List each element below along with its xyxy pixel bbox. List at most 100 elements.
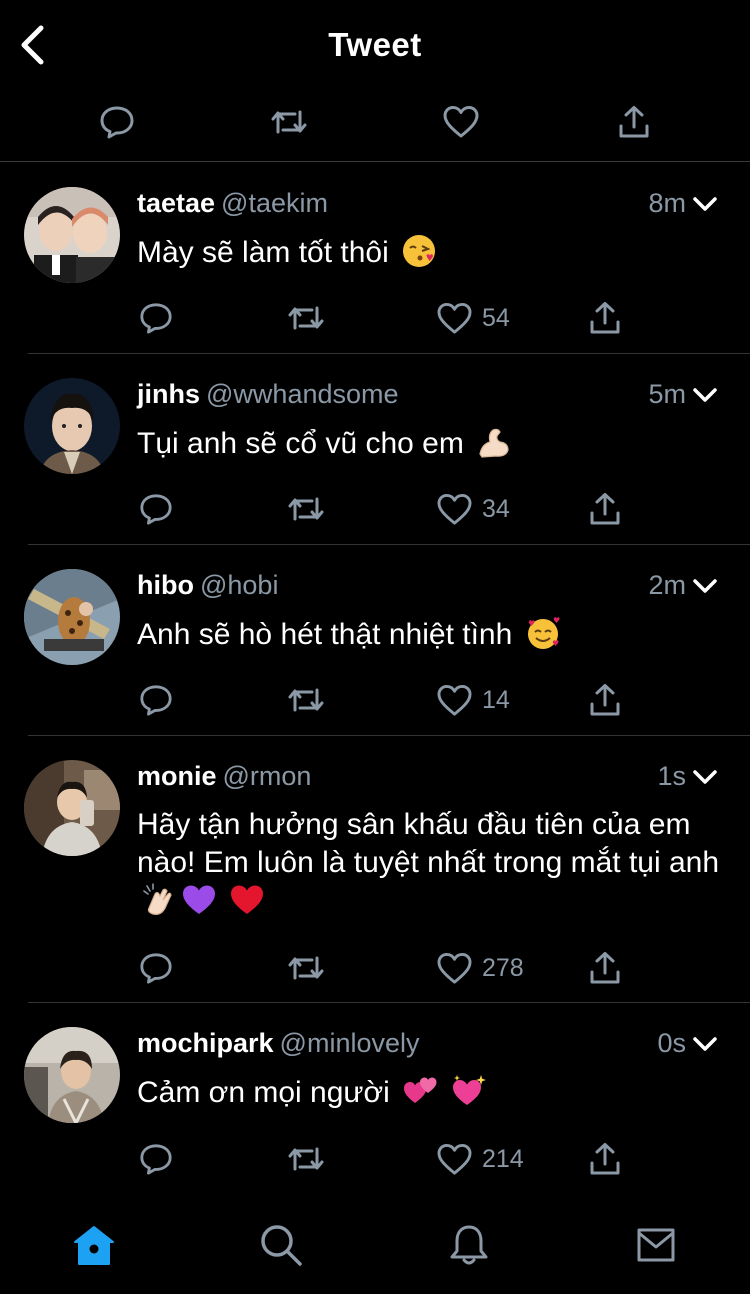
reply-icon [140, 685, 172, 716]
retweet-button[interactable] [287, 296, 325, 340]
retweet-button[interactable] [287, 1137, 325, 1181]
like-button[interactable]: 34 [437, 487, 510, 531]
sparkling-heart-emoji [451, 1073, 487, 1109]
share-button[interactable] [589, 1137, 621, 1181]
two-hearts-emoji [402, 1073, 438, 1109]
display-name: mochipark [137, 1028, 274, 1058]
display-name: jinhs [137, 379, 201, 409]
share-button[interactable] [589, 296, 621, 340]
mail-icon [637, 1228, 675, 1262]
reply-icon [140, 953, 172, 984]
like-button[interactable]: 54 [437, 296, 510, 340]
user-handle: @taekim [221, 188, 328, 218]
retweet-icon [271, 110, 307, 134]
search-icon [261, 1225, 302, 1266]
chevron-down-icon[interactable] [692, 193, 718, 215]
reply-button[interactable] [95, 100, 139, 144]
share-button[interactable] [589, 487, 621, 531]
red-heart-emoji [229, 882, 265, 918]
page-title: Tweet [328, 26, 422, 63]
reply-button[interactable] [139, 487, 173, 531]
share-button[interactable] [612, 100, 656, 144]
bottom-tab-bar [0, 1206, 750, 1294]
avatar[interactable] [24, 1027, 120, 1123]
share-icon [619, 106, 649, 138]
retweet-button[interactable] [287, 487, 325, 531]
tweet-body: Hãy tận hưởng sân khấu đầu tiên của em n… [137, 808, 720, 879]
tweet-author: monie @rmon [137, 761, 311, 792]
retweet-button[interactable] [287, 678, 325, 722]
tweet[interactable]: hibo @hobi 2m Anh sẽ hò hét thật nhiệt tì… [0, 545, 750, 736]
reply-icon [140, 1144, 172, 1175]
home-icon [74, 1226, 114, 1265]
reply-icon [140, 494, 172, 525]
chevron-down-icon[interactable] [692, 1033, 718, 1055]
tweet-body: Cảm ơn mọi người [137, 1076, 390, 1109]
tweet-text: Cảm ơn mọi người [137, 1073, 727, 1112]
tweet[interactable]: monie @rmon 1s Hãy tận hưởng sân khấu đầu… [0, 736, 750, 1003]
share-icon [590, 684, 620, 716]
reply-button[interactable] [139, 678, 173, 722]
like-button[interactable]: 14 [437, 678, 510, 722]
user-handle: @rmon [222, 761, 312, 791]
tab-notifications[interactable] [444, 1220, 494, 1270]
like-count: 34 [482, 494, 510, 523]
display-name: monie [137, 761, 217, 791]
chevron-down-icon[interactable] [692, 766, 718, 788]
like-button[interactable] [439, 100, 483, 144]
retweet-icon [288, 497, 324, 521]
chevron-down-icon[interactable] [692, 575, 718, 597]
display-name: hibo [137, 570, 194, 600]
timestamp: 2m [648, 570, 686, 600]
chevron-down-icon[interactable] [692, 384, 718, 406]
tweet-author: taetae @taekim [137, 188, 328, 219]
tweet-text: Tụi anh sẽ cổ vũ cho em [137, 424, 727, 463]
reply-icon [140, 303, 172, 334]
avatar[interactable] [24, 760, 120, 856]
kissing-face-emoji [401, 233, 437, 269]
tweet-actions: 14 [0, 678, 750, 722]
share-button[interactable] [589, 678, 621, 722]
avatar[interactable] [24, 187, 120, 283]
tweet-actions-bar [0, 88, 750, 162]
tweet-author: mochipark @minlovely [137, 1028, 420, 1059]
tab-home[interactable] [69, 1220, 119, 1270]
reply-button[interactable] [139, 1137, 173, 1181]
top-bar: Tweet [0, 0, 750, 88]
retweet-button[interactable] [287, 946, 325, 990]
tab-messages[interactable] [631, 1220, 681, 1270]
like-count: 14 [482, 685, 510, 714]
tweet-actions: 54 [0, 296, 750, 340]
retweet-button[interactable] [267, 100, 311, 144]
avatar[interactable] [24, 569, 120, 665]
timestamp: 5m [648, 379, 686, 409]
retweet-icon [288, 956, 324, 980]
tweet[interactable]: taetae @taekim 8m Mày sẽ làm tốt thôi 54 [0, 163, 750, 354]
retweet-icon [288, 306, 324, 330]
tweet[interactable]: jinhs @wwhandsome 5m Tụi anh sẽ cổ vũ cho… [0, 354, 750, 545]
reply-button[interactable] [139, 946, 173, 990]
heart-icon [437, 684, 472, 716]
share-button[interactable] [589, 946, 621, 990]
heart-icon [437, 493, 472, 525]
tweet-text: Mày sẽ làm tốt thôi [137, 233, 727, 272]
heart-icon [437, 302, 472, 334]
reply-button[interactable] [139, 296, 173, 340]
tweet-author: jinhs @wwhandsome [137, 379, 399, 410]
like-count: 214 [482, 1144, 524, 1173]
like-button[interactable]: 214 [437, 1137, 524, 1181]
clapping-hands-emoji [141, 882, 177, 918]
flexed-biceps-emoji [476, 424, 512, 460]
tweet-text: Hãy tận hưởng sân khấu đầu tiên của em n… [137, 806, 727, 921]
purple-heart-emoji [181, 882, 217, 918]
tab-search[interactable] [256, 1220, 306, 1270]
timestamp: 8m [648, 188, 686, 218]
tweet[interactable]: mochipark @minlovely 0s Cảm ơn mọi người … [0, 1003, 750, 1194]
tweet-body: Tụi anh sẽ cổ vũ cho em [137, 427, 464, 460]
tweet-text: Anh sẽ hò hét thật nhiệt tình [137, 615, 727, 654]
avatar[interactable] [24, 378, 120, 474]
tweet-actions: 34 [0, 487, 750, 531]
like-button[interactable]: 278 [437, 946, 524, 990]
bell-icon [450, 1225, 488, 1265]
share-icon [590, 493, 620, 525]
